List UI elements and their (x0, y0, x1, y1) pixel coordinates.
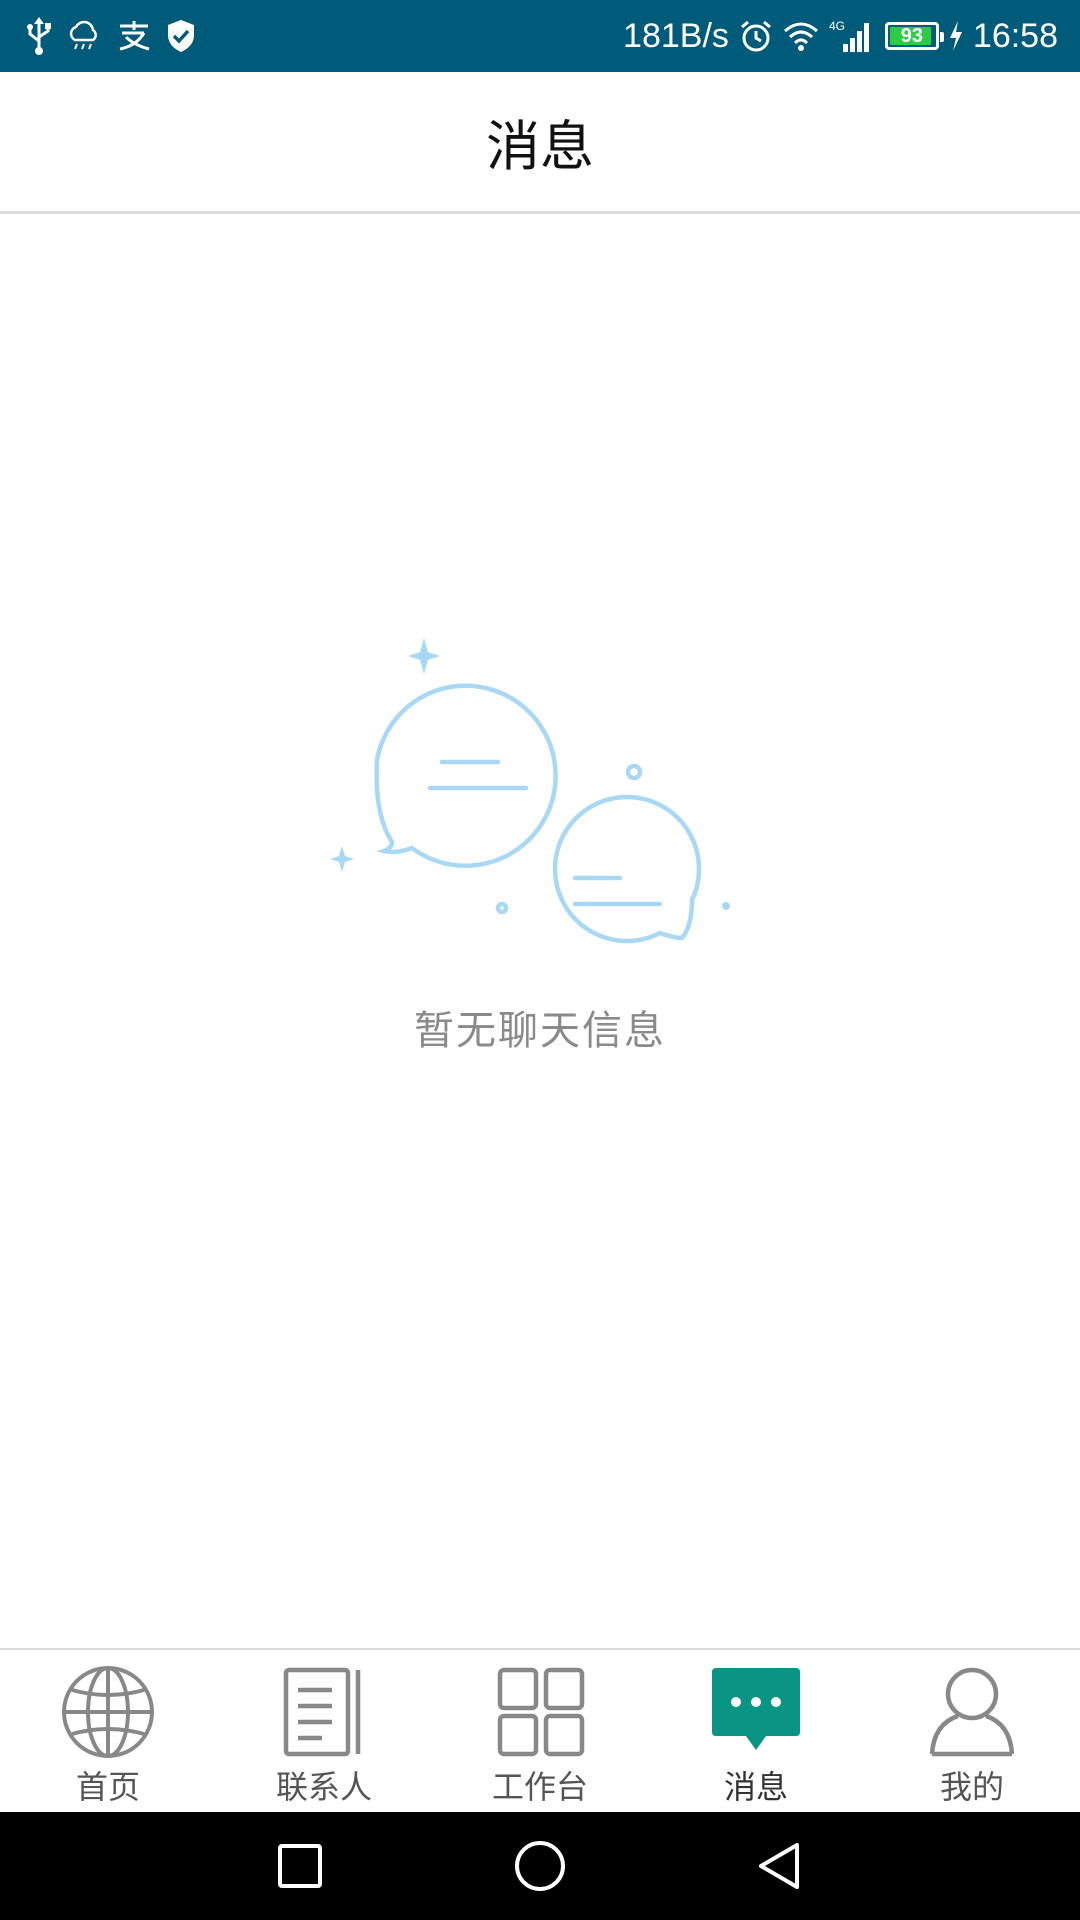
tab-label-contacts: 联系人 (275, 1768, 372, 1806)
alipay-icon (116, 20, 152, 52)
tab-mine[interactable]: 我的 (864, 1650, 1080, 1812)
message-icon (708, 1664, 804, 1760)
cell-signal-icon: 4G (829, 18, 875, 54)
alarm-icon (739, 19, 773, 53)
recent-apps-icon (278, 1844, 322, 1888)
system-nav-bar (0, 1812, 1080, 1920)
page-title: 消息 (486, 115, 594, 178)
tab-label-workbench: 工作台 (491, 1768, 588, 1806)
home-button[interactable] (480, 1812, 600, 1920)
person-icon (924, 1664, 1020, 1760)
grid-icon (492, 1664, 588, 1760)
weather-rain-icon (66, 20, 102, 52)
status-bar-left (26, 17, 210, 55)
tab-label-home: 首页 (75, 1768, 140, 1806)
tab-home[interactable]: 首页 (0, 1650, 216, 1812)
bottom-tab-bar: 首页 联系人 工作台 消息 我的 (0, 1648, 1080, 1812)
globe-icon (60, 1664, 156, 1760)
tab-label-messages: 消息 (723, 1768, 788, 1806)
battery-icon: 93 (884, 22, 944, 50)
battery-level: 93 (900, 24, 924, 47)
tab-label-mine: 我的 (939, 1768, 1004, 1806)
network-speed: 181B/s (623, 16, 729, 55)
empty-message: 暂无聊天信息 (414, 1008, 666, 1054)
back-button[interactable] (720, 1812, 840, 1920)
wifi-icon (783, 21, 819, 51)
contacts-book-icon (276, 1664, 372, 1760)
clock-time: 16:58 (972, 16, 1058, 55)
status-bar-right: 181B/s 4G 93 16:58 (613, 17, 1058, 56)
shield-check-icon (166, 19, 196, 53)
charging-icon (949, 21, 963, 51)
recent-apps-button[interactable] (240, 1812, 360, 1920)
back-icon (759, 1843, 799, 1889)
title-bar: 消息 (0, 72, 1080, 214)
usb-icon (26, 17, 52, 55)
tab-messages[interactable]: 消息 (648, 1650, 864, 1812)
status-bar: 181B/s 4G 93 16:58 (0, 0, 1080, 72)
tab-contacts[interactable]: 联系人 (216, 1650, 432, 1812)
signal-type-label: 4G (829, 19, 845, 33)
tab-workbench[interactable]: 工作台 (432, 1650, 648, 1812)
empty-state: 暂无聊天信息 (0, 620, 1080, 1056)
chat-bubbles-icon (330, 638, 730, 944)
home-icon (515, 1841, 565, 1891)
